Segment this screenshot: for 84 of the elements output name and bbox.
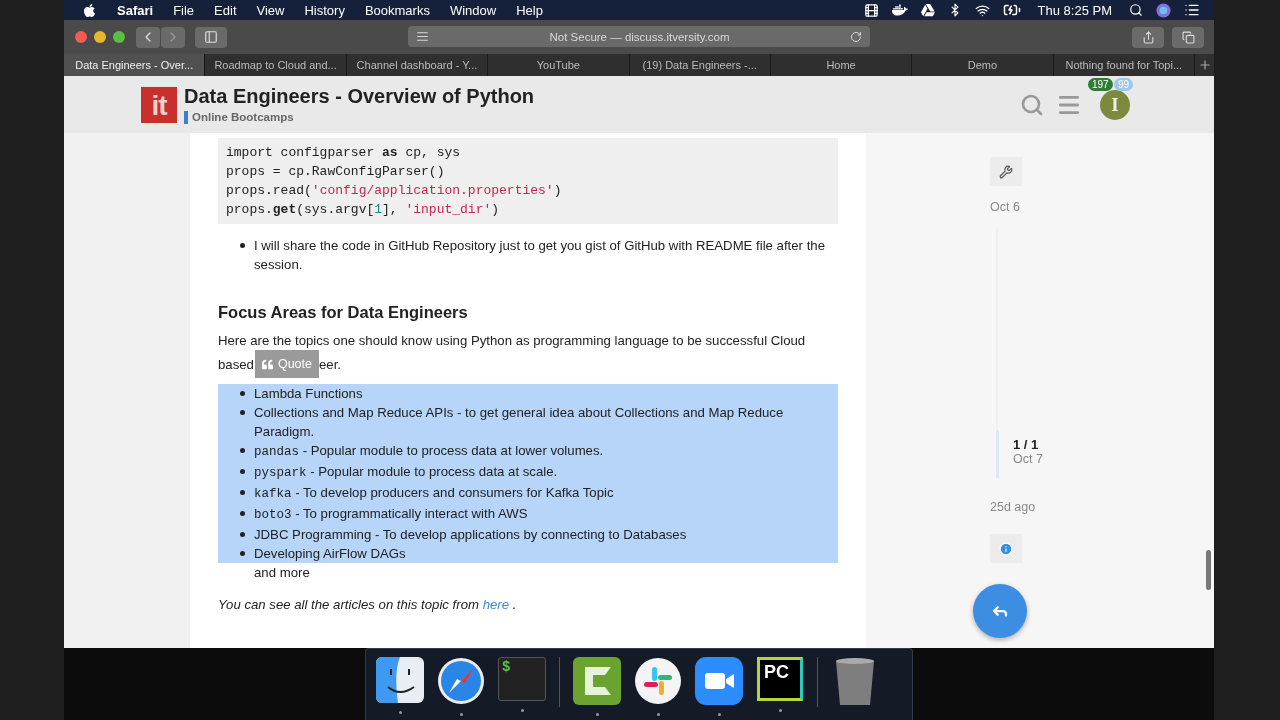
- category-link[interactable]: Online Bootcamps: [184, 111, 535, 124]
- menu-item[interactable]: View: [256, 2, 285, 18]
- paragraph-text: based: [218, 355, 254, 374]
- finder-icon[interactable]: [376, 657, 424, 703]
- address-text: Not Secure — discuss.itversity.com: [548, 30, 731, 43]
- list-item: pyspark - Popular module to process data at scale.: [254, 463, 559, 482]
- message-badge: 99: [1114, 77, 1134, 91]
- drive-icon[interactable]: [920, 3, 935, 17]
- camtasia-icon[interactable]: [573, 657, 621, 705]
- film-icon[interactable]: [863, 2, 879, 18]
- reader-icon[interactable]: [416, 30, 429, 43]
- pycharm-icon[interactable]: PC: [757, 657, 803, 701]
- menu-item[interactable]: Bookmarks: [364, 2, 430, 18]
- minimize-button[interactable]: [94, 31, 106, 43]
- list-item: pandas - Popular module to process data at lower volumes.: [254, 442, 605, 461]
- list-item: Developing AirFlow DAGs: [254, 545, 407, 563]
- admin-button[interactable]: [990, 157, 1022, 186]
- list-item: Lambda Functions: [254, 385, 364, 403]
- code-line: props.read('config/application.properties'): [226, 182, 563, 200]
- compass-icon[interactable]: [437, 657, 485, 705]
- bullet-icon: [240, 469, 245, 474]
- sidebar-button[interactable]: [195, 26, 227, 48]
- share-button[interactable]: [1132, 26, 1164, 48]
- close-button[interactable]: [75, 31, 87, 43]
- post-position: 1 / 1: [1013, 437, 1040, 452]
- whale-icon[interactable]: [891, 2, 908, 18]
- sidebar-icon: [204, 30, 218, 44]
- scrollbar-thumb[interactable]: [1206, 550, 1211, 590]
- menu-clock[interactable]: Thu 8:25 PM: [1037, 2, 1112, 18]
- reload-icon[interactable]: [850, 30, 862, 43]
- bullet-icon: [240, 490, 245, 495]
- info-button[interactable]: [990, 534, 1022, 563]
- zoom-button[interactable]: [113, 31, 125, 43]
- share-icon: [1141, 30, 1155, 44]
- menu-item[interactable]: File: [173, 2, 195, 18]
- plus-icon: [1197, 58, 1212, 72]
- footer-text: You can see all the articles on this topic from here .: [218, 596, 518, 614]
- list-item: JDBC Programming - To develop applications by connecting to Databases: [254, 526, 688, 544]
- bullet-icon: [240, 391, 245, 396]
- browser-tab[interactable]: Data Engineers - Over...: [64, 54, 206, 76]
- app-menu[interactable]: Safari: [117, 2, 154, 18]
- list-item: kafka - To develop producers and consumers for Kafka Topic: [254, 484, 615, 503]
- bullet-icon: [240, 532, 245, 537]
- reply-button[interactable]: [973, 584, 1027, 638]
- paragraph-text: eer.: [319, 355, 341, 374]
- wrench-icon: [999, 164, 1013, 179]
- menu-item[interactable]: Help: [516, 2, 543, 18]
- bullet-icon: [240, 551, 245, 556]
- bullet-icon: [240, 243, 245, 248]
- bullet-icon: [240, 511, 245, 516]
- here-link[interactable]: here: [482, 597, 510, 612]
- terminal-icon[interactable]: $: [498, 657, 546, 701]
- list-item: I will share the code in GitHub Repository just to get you gist of GitHub with README file after the session.: [254, 237, 826, 274]
- list-item: and more: [253, 564, 311, 582]
- code-line: import configparser as cp, sys: [226, 144, 462, 162]
- menu-item[interactable]: Edit: [214, 2, 237, 18]
- tabs-button[interactable]: [1172, 26, 1204, 48]
- menu-item[interactable]: Window: [449, 2, 497, 18]
- position-date: Oct 7: [1013, 452, 1043, 466]
- video-camera-icon[interactable]: [695, 657, 743, 705]
- search-icon[interactable]: [1129, 3, 1143, 17]
- tabs-icon: [1181, 30, 1195, 44]
- menu-item[interactable]: History: [304, 2, 345, 18]
- info-icon: [999, 541, 1013, 556]
- code-line: props = cp.RawConfigParser(): [226, 163, 446, 181]
- notification-badge: 197: [1088, 77, 1113, 91]
- paragraph-text: Here are the topics one should know using Python as programming language to be successful Cloud: [218, 332, 807, 350]
- wifi-icon[interactable]: [974, 2, 990, 18]
- trash-icon[interactable]: [834, 657, 876, 705]
- apple-icon[interactable]: [82, 2, 97, 18]
- address-field[interactable]: Not Secure — discuss.itversity.com: [408, 26, 870, 47]
- code-line: props.get(sys.argv[1], 'input_dir'): [226, 201, 501, 219]
- site-logo[interactable]: it: [141, 86, 177, 123]
- bullet-icon: [240, 410, 245, 415]
- list-icon[interactable]: [1184, 2, 1200, 18]
- quote-icon: [261, 358, 273, 370]
- bullet-icon: [240, 448, 245, 453]
- back-button[interactable]: [136, 26, 160, 48]
- section-heading: Focus Areas for Data Engineers: [218, 302, 469, 323]
- list-item: Collections and Map Reduce APIs - to get general idea about Collections and Map Reduce Paradigm.: [254, 404, 785, 441]
- siri-icon[interactable]: [1156, 2, 1171, 18]
- list-item: boto3 - To programmatically interact with AWS: [254, 505, 529, 524]
- topic-title: Data Engineers - Overview of Python: [184, 85, 535, 108]
- slack-icon[interactable]: [634, 657, 682, 705]
